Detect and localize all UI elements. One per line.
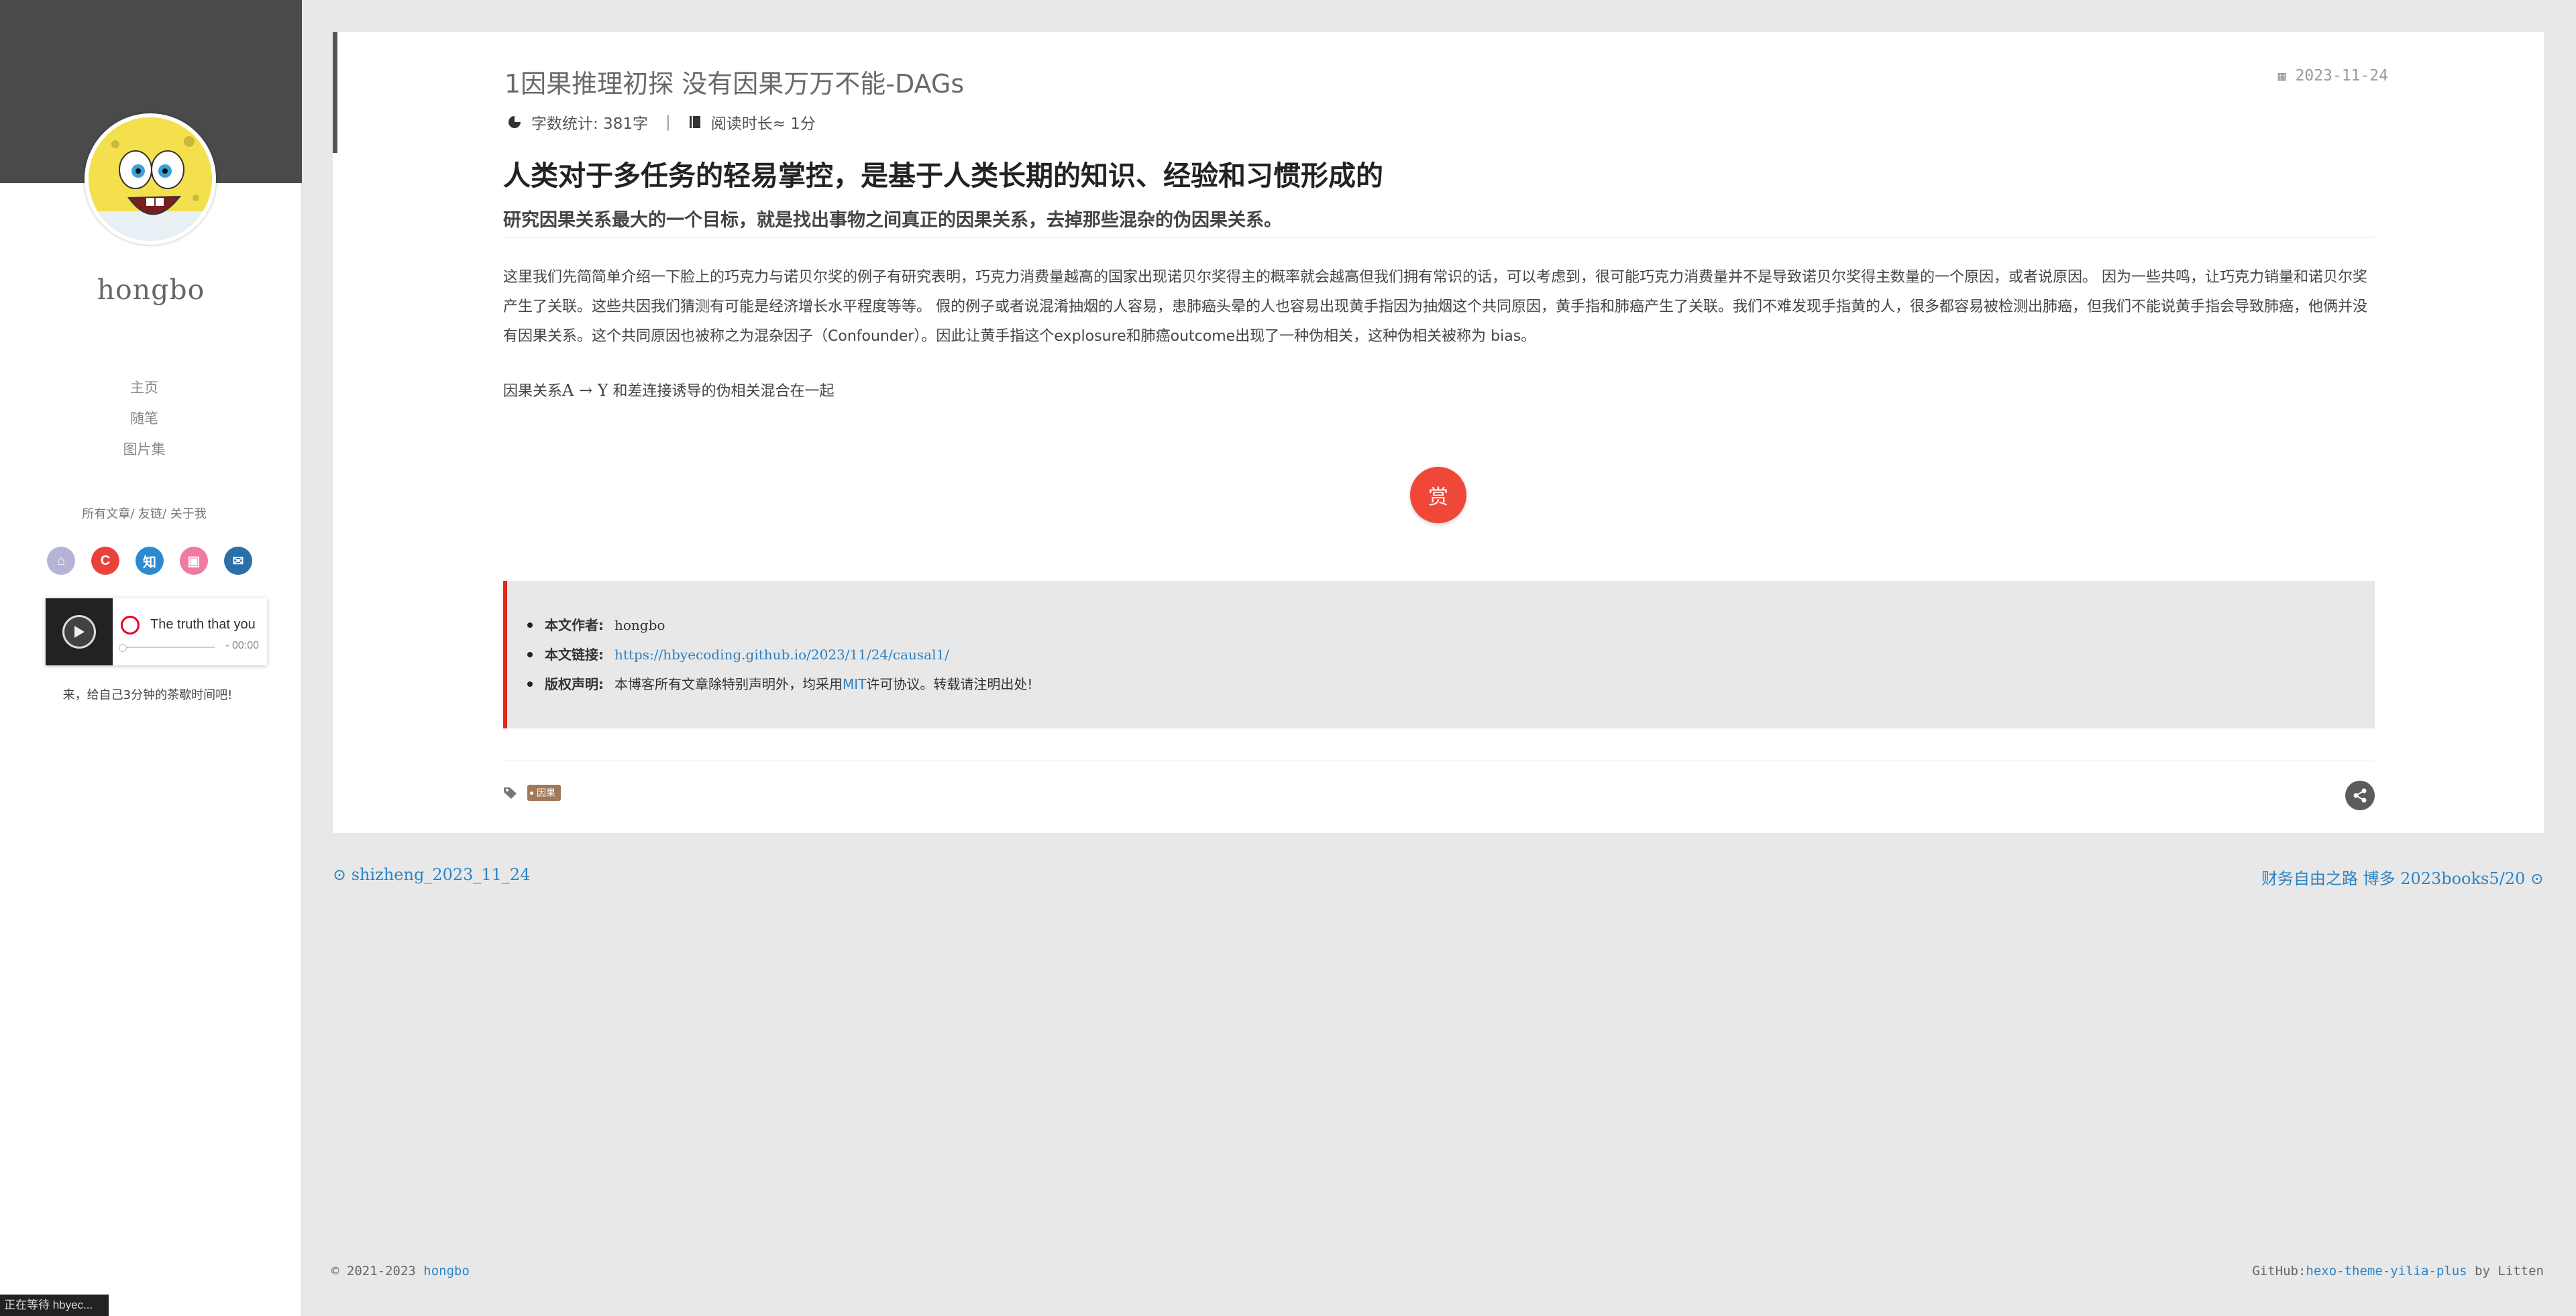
- next-post-link[interactable]: 财务自由之路 博多 2023books5/20 ⊙: [2261, 865, 2544, 889]
- player-cover: [46, 598, 113, 665]
- article-tags: 因果: [503, 785, 561, 801]
- zhihu-icon[interactable]: 知: [136, 547, 164, 575]
- article-paragraph-2: 因果关系A → Y 和差连接诱导的伪相关混合在一起: [503, 381, 835, 400]
- social-links: ⌂ C 知 ▣ ✉: [47, 547, 262, 575]
- tag-icon: [504, 787, 517, 799]
- music-player: The truth that you - 00:00: [46, 598, 267, 665]
- article-paragraph: 这里我们先简简单介绍一下脸上的巧克力与诺贝尔奖的例子有研究表明，巧克力消费量越高…: [503, 269, 2368, 345]
- permalink[interactable]: https://hbyecoding.github.io/2023/11/24/…: [614, 640, 949, 669]
- copyright-license: 版权声明: 本博客所有文章除特别声明外，均采用 MIT 许可协议。转载请注明出处…: [527, 669, 2375, 699]
- play-button[interactable]: [62, 615, 96, 649]
- article-heading-1: 人类对于多任务的轻易掌控，是基于人类长期的知识、经验和习惯形成的: [503, 160, 1383, 192]
- prev-post-link[interactable]: ⊙ shizheng_2023_11_24: [333, 865, 530, 884]
- email-icon[interactable]: ✉: [224, 547, 252, 575]
- article-meta: 字数统计: 381字 | 阅读时长≈ 1分: [507, 111, 816, 133]
- nav-item-gallery[interactable]: 图片集: [0, 439, 288, 470]
- article-heading-2: 研究因果关系最大的一个目标，就是找出事物之间真正的因果关系，去掉那些混杂的伪因果…: [503, 205, 2375, 237]
- bilibili-icon[interactable]: ▣: [180, 547, 208, 575]
- sidebar-nav: 主页 随笔 图片集: [0, 377, 288, 470]
- player-time: - 00:00: [225, 640, 259, 651]
- footer-author-link[interactable]: hongbo: [423, 1264, 470, 1278]
- reward-button[interactable]: 赏: [1410, 467, 1466, 523]
- player-info: The truth that you - 00:00: [113, 598, 267, 665]
- sidebar-motto: 来，给自己3分钟的茶歇时间吧!: [62, 688, 233, 702]
- site-name[interactable]: hongbo: [0, 274, 302, 306]
- netease-music-icon: [121, 616, 140, 635]
- link-all-posts[interactable]: 所有文章: [82, 507, 130, 521]
- player-progress-bar[interactable]: [119, 644, 215, 652]
- word-count: 字数统计: 381字: [531, 115, 648, 133]
- calendar-icon: ▦: [2277, 68, 2286, 84]
- browser-status-bar: 正在等待 hbyec...: [0, 1295, 109, 1316]
- book-icon: [689, 116, 700, 128]
- footer-theme-credit: GitHub:hexo-theme-yilia-plus by Litten: [2252, 1264, 2544, 1278]
- footer-theme-link[interactable]: hexo-theme-yilia-plus: [2306, 1264, 2467, 1278]
- article-card-accent: [333, 32, 337, 153]
- github-icon[interactable]: ⌂: [47, 547, 75, 575]
- link-friends[interactable]: 友链: [138, 507, 162, 521]
- nav-item-home[interactable]: 主页: [0, 377, 288, 408]
- csdn-icon[interactable]: C: [91, 547, 119, 575]
- play-icon: [74, 626, 85, 638]
- sidebar-sub-links: 所有文章/ 友链/ 关于我: [82, 507, 207, 521]
- link-about[interactable]: 关于我: [170, 507, 207, 521]
- footer-copyright: © 2021-2023 hongbo: [331, 1264, 470, 1278]
- avatar[interactable]: [85, 113, 216, 245]
- spongebob-avatar-image: [89, 117, 212, 241]
- license-link[interactable]: MIT: [843, 669, 866, 699]
- copyright-box: 本文作者: hongbo 本文链接: https://hbyecoding.gi…: [503, 581, 2375, 728]
- copyright-author: 本文作者: hongbo: [527, 610, 2375, 640]
- math-expression: A → Y: [562, 381, 608, 400]
- nav-item-essays[interactable]: 随笔: [0, 408, 288, 439]
- sidebar: hongbo 主页 随笔 图片集 所有文章/ 友链/ 关于我 ⌂ C 知 ▣ ✉ The…: [0, 0, 302, 1316]
- pie-chart-icon: [508, 116, 521, 128]
- share-icon: [2353, 788, 2367, 803]
- article-title[interactable]: 1因果推理初探 没有因果万万不能-DAGs: [504, 63, 964, 100]
- tag-chip[interactable]: 因果: [527, 785, 561, 801]
- copyright-link: 本文链接: https://hbyecoding.github.io/2023/…: [527, 640, 2375, 669]
- article-date: ▦ 2023-11-24: [2277, 67, 2388, 85]
- share-button[interactable]: [2345, 781, 2375, 810]
- player-song-title: The truth that you: [150, 617, 256, 632]
- read-time: 阅读时长≈ 1分: [710, 115, 816, 133]
